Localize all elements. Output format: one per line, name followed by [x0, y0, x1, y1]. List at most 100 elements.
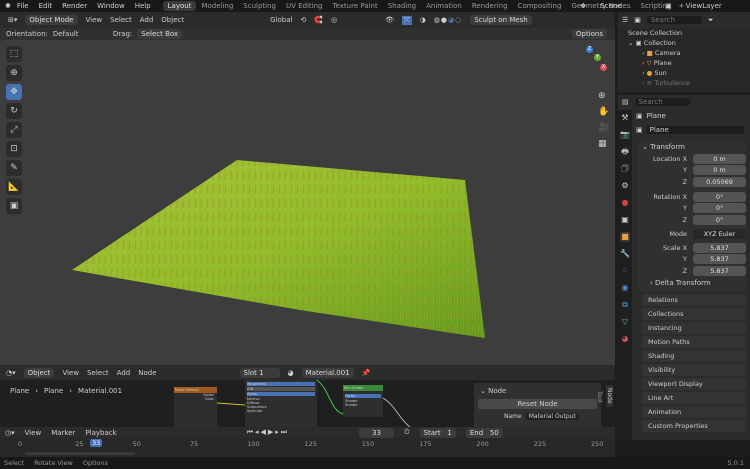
- scale-y-field[interactable]: 5.837: [693, 254, 746, 264]
- navigation-gizmo[interactable]: Z X Y: [572, 46, 608, 82]
- blender-logo-icon[interactable]: ✺: [5, 2, 11, 10]
- shading-modes[interactable]: ◍●◕◌: [434, 16, 462, 24]
- playhead[interactable]: 33: [90, 439, 103, 447]
- alpha-field[interactable]: Alpha: [247, 392, 315, 396]
- transform-orientation-dropdown[interactable]: Global: [270, 16, 292, 24]
- data-tab-icon[interactable]: ▽: [620, 317, 630, 327]
- output-tab-icon[interactable]: 🖶: [620, 147, 630, 157]
- display-mode-icon[interactable]: ☰: [622, 16, 628, 24]
- view-layer-tab-icon[interactable]: 🗇: [620, 164, 630, 174]
- menu-view[interactable]: View: [62, 369, 79, 377]
- editor-type-icon[interactable]: ◷▾: [5, 429, 15, 437]
- roughness-field[interactable]: Roughness: [247, 382, 315, 386]
- view-layer-icon[interactable]: ▣: [665, 2, 672, 10]
- panel-relations[interactable]: Relations: [642, 293, 746, 306]
- panel-motion-paths[interactable]: Motion Paths: [642, 335, 746, 348]
- panel-visibility[interactable]: Visibility: [642, 363, 746, 376]
- panel-line-art[interactable]: Line Art: [642, 391, 746, 404]
- modifier-tab-icon[interactable]: 🔧: [620, 249, 630, 259]
- options-dropdown[interactable]: Options: [571, 29, 607, 39]
- scene-icon[interactable]: ❖: [580, 2, 586, 10]
- noise-texture-node[interactable]: Noise Texture Factor Color: [174, 387, 217, 427]
- pan-hand-icon[interactable]: ✋: [598, 104, 609, 120]
- properties-search-input[interactable]: Search: [634, 98, 690, 106]
- menu-file[interactable]: File: [17, 2, 29, 10]
- node-panel-header[interactable]: ⌄ Node: [474, 383, 601, 399]
- scale-x-field[interactable]: 5.837: [693, 242, 746, 253]
- playback-controls[interactable]: ⏮◂◀▶▸⏭: [247, 428, 289, 437]
- snap-icon[interactable]: 🧲: [314, 16, 323, 24]
- visibility-icon[interactable]: 👁: [385, 16, 394, 24]
- scene-selector[interactable]: Scene: [600, 2, 640, 10]
- rotation-x-field[interactable]: 0°: [693, 191, 746, 202]
- workspace-tab-animation[interactable]: Animation: [421, 1, 467, 11]
- particles-tab-icon[interactable]: ⁘: [620, 266, 630, 276]
- current-frame-field[interactable]: 33: [359, 427, 395, 438]
- physics-tab-icon[interactable]: ◉: [620, 283, 630, 293]
- proportional-edit-icon[interactable]: ◎: [331, 16, 337, 24]
- object-name-field[interactable]: Plane: [646, 126, 744, 134]
- workspace-tab-uv-editing[interactable]: UV Editing: [281, 1, 328, 11]
- collection-item[interactable]: ⌄ ▣ Collection: [628, 38, 750, 48]
- panel-instancing[interactable]: Instancing: [642, 321, 746, 334]
- pivot-icon[interactable]: ⟲: [300, 16, 306, 24]
- node-name-field[interactable]: Material Output: [525, 413, 579, 420]
- menu-help[interactable]: Help: [135, 2, 151, 10]
- outliner-search-input[interactable]: Search: [646, 16, 702, 24]
- menu-edit[interactable]: Edit: [39, 2, 53, 10]
- overlay-icon[interactable]: ◑: [420, 16, 426, 24]
- slot-dropdown[interactable]: Slot 1: [239, 367, 280, 378]
- editor-type-icon[interactable]: ⊞▾: [8, 16, 17, 24]
- reset-node-button[interactable]: Reset Node: [478, 399, 597, 409]
- camera-view-icon[interactable]: 🎥: [598, 120, 609, 136]
- location-y-field[interactable]: 0 m: [693, 165, 746, 175]
- stopwatch-icon[interactable]: ⏱: [404, 428, 409, 437]
- object-tab-icon[interactable]: ■: [620, 232, 630, 242]
- mix-shader-node[interactable]: Mix Shader Factor Shader Shader: [343, 385, 383, 417]
- scene-tab-icon[interactable]: ⚙: [620, 181, 630, 191]
- filter-view-icon[interactable]: ▣: [634, 16, 641, 24]
- drag-dropdown[interactable]: Select Box: [137, 29, 183, 39]
- menu-window[interactable]: Window: [97, 2, 125, 10]
- menu-marker[interactable]: Marker: [51, 429, 75, 437]
- menu-add[interactable]: Add: [140, 16, 154, 24]
- object-data-icon[interactable]: ▣: [636, 126, 643, 134]
- ior-field[interactable]: IOR: [247, 387, 315, 391]
- location-x-field[interactable]: 0 m: [693, 153, 746, 164]
- subpanel[interactable]: Specular: [247, 409, 315, 413]
- filter-icon[interactable]: ⏷: [708, 16, 714, 25]
- scene-collection[interactable]: Scene Collection: [628, 28, 750, 38]
- principled-bsdf-node[interactable]: Roughness IOR Alpha Normal Diffuse Subsu…: [245, 380, 317, 427]
- menu-render[interactable]: Render: [62, 2, 87, 10]
- constraints-tab-icon[interactable]: ⧉: [620, 300, 630, 310]
- pin-icon[interactable]: 📌: [362, 369, 371, 377]
- workspace-tab-layout[interactable]: Layout: [162, 1, 197, 11]
- panel-viewport-display[interactable]: Viewport Display: [642, 377, 746, 390]
- workspace-tab-shading[interactable]: Shading: [383, 1, 421, 11]
- menu-select[interactable]: Select: [110, 16, 132, 24]
- workspace-tab-texture-paint[interactable]: Texture Paint: [328, 1, 383, 11]
- rotation-z-field[interactable]: 0°: [693, 214, 746, 225]
- location-z-field[interactable]: 0.05069: [693, 176, 746, 187]
- gizmo-toggle-icon[interactable]: ⤧: [402, 15, 412, 25]
- collection-tab-icon[interactable]: ▣: [620, 215, 630, 225]
- rotation-y-field[interactable]: 0°: [693, 203, 746, 213]
- menu-add[interactable]: Add: [117, 369, 131, 377]
- sculpt-on-mesh-button[interactable]: Sculpt on Mesh: [470, 15, 532, 25]
- rotation-mode-dropdown[interactable]: XYZ Euler: [693, 228, 746, 239]
- object-type-dropdown[interactable]: Object: [23, 367, 55, 378]
- material-tab-icon[interactable]: ◕: [620, 334, 630, 344]
- properties-type-icon[interactable]: ▤: [622, 98, 629, 106]
- start-frame-field[interactable]: Start 1: [419, 427, 456, 438]
- orientation-dropdown[interactable]: Default: [53, 30, 108, 38]
- shader-editor[interactable]: ◔▾ Object View Select Add Node Slot 1 ◕ …: [0, 365, 615, 427]
- tab-tool[interactable]: Tool: [596, 385, 603, 409]
- timeline-scrollbar[interactable]: [25, 452, 135, 455]
- menu-object[interactable]: Object: [161, 16, 184, 24]
- material-icon[interactable]: ◕: [288, 369, 294, 377]
- render-tab-icon[interactable]: 📷: [620, 130, 630, 140]
- factor-field[interactable]: Factor: [345, 394, 381, 398]
- workspace-tab-sculpting[interactable]: Sculpting: [238, 1, 281, 11]
- tool-tab-icon[interactable]: ⚒: [620, 113, 630, 123]
- workspace-tab-compositing[interactable]: Compositing: [513, 1, 567, 11]
